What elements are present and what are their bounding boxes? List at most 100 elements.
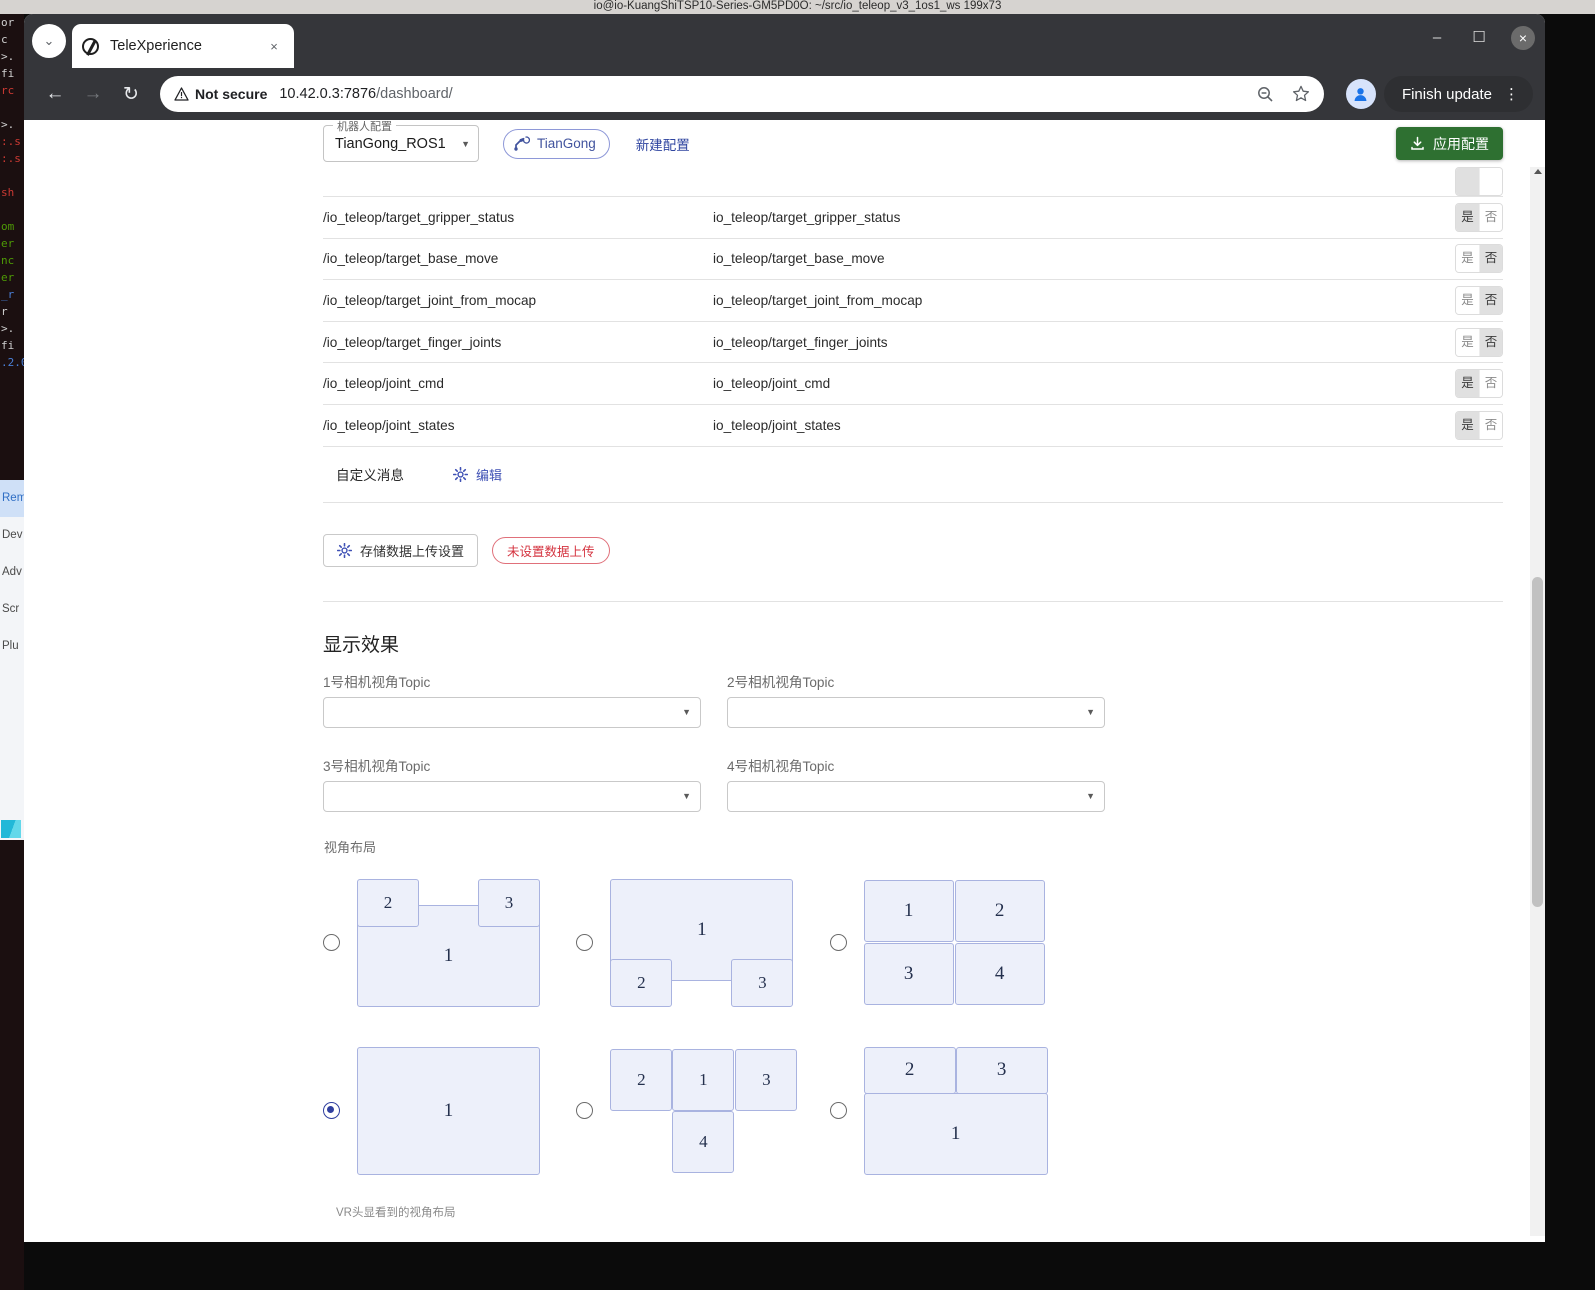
chevron-down-icon[interactable]: ▼ xyxy=(682,707,691,717)
camera-topic-grid: 1号相机视角Topic ▼ 2号相机视角Topic ▼ 3号相机视角Topic … xyxy=(323,671,1503,820)
topic-local: /io_teleop/target_gripper_status xyxy=(323,196,713,239)
camera-topic-1: 1号相机视角Topic ▼ xyxy=(323,671,701,728)
apply-config-button[interactable]: 应用配置 xyxy=(1396,127,1503,160)
minimize-button[interactable]: – xyxy=(1427,28,1447,48)
toggle-no[interactable]: 否 xyxy=(1479,328,1502,356)
layout-option-l6[interactable]: 231 xyxy=(829,1030,1083,1192)
layout-pane-2: 2 xyxy=(863,1046,956,1094)
reload-button[interactable]: ↻ xyxy=(112,75,150,113)
robot-config-value: TianGong_ROS1 xyxy=(335,135,446,152)
toggle-no[interactable]: 否 xyxy=(1479,370,1502,398)
layout-pane-3: 3 xyxy=(955,1046,1048,1094)
layout-option-l2[interactable]: 123 xyxy=(576,862,829,1024)
table-row-clipped xyxy=(323,167,1503,197)
toggle-yes[interactable]: 是 xyxy=(1456,411,1479,439)
bookmark-star-icon[interactable] xyxy=(1292,85,1310,103)
page-scrollbar[interactable] xyxy=(1530,167,1545,1242)
toggle-yes[interactable]: 是 xyxy=(1456,328,1479,356)
layout-pane-1: 1 xyxy=(357,1046,540,1175)
storage-upload-status-badge: 未设置数据上传 xyxy=(492,536,610,564)
layout-option-l3[interactable]: 1234 xyxy=(829,862,1083,1024)
person-icon xyxy=(1355,87,1367,101)
tab-search-chevron-down-icon[interactable]: ⌄ xyxy=(32,24,66,58)
layout-pane-4: 4 xyxy=(954,943,1045,1006)
layout-diagram-l4[interactable]: 1 xyxy=(357,1046,540,1175)
custom-message-edit-button[interactable]: 编辑 xyxy=(452,465,502,484)
scroll-up-arrow-icon[interactable] xyxy=(1534,169,1542,174)
camera-topic-4-select[interactable]: ▼ xyxy=(727,780,1105,812)
layout-radio-l6[interactable] xyxy=(829,1102,847,1120)
yes-no-toggle-clipped[interactable] xyxy=(1455,167,1503,196)
chevron-down-icon[interactable]: ▼ xyxy=(1086,707,1095,717)
topic-local: /io_teleop/target_finger_joints xyxy=(323,321,713,364)
profile-avatar[interactable] xyxy=(1345,79,1376,109)
sidebar-item-rem[interactable]: Rem xyxy=(0,480,24,517)
yes-no-toggle[interactable]: 是 否 xyxy=(1455,327,1503,357)
new-config-link[interactable]: 新建配置 xyxy=(636,134,690,154)
chevron-down-icon[interactable]: ▼ xyxy=(1086,791,1095,801)
chevron-down-icon[interactable]: ▼ xyxy=(682,791,691,801)
close-tab-icon[interactable]: × xyxy=(264,36,284,56)
toggle-yes[interactable]: 是 xyxy=(1456,370,1479,398)
view-layout-label: 视角布局 xyxy=(324,839,377,855)
camera-topic-2-select[interactable]: ▼ xyxy=(727,696,1105,728)
layout-radio-l4[interactable] xyxy=(323,1102,340,1120)
back-button[interactable]: ← xyxy=(36,75,74,113)
layout-diagram-l1[interactable]: 231 xyxy=(357,878,540,1007)
toggle-yes[interactable]: 是 xyxy=(1456,245,1479,273)
security-status[interactable]: Not secure xyxy=(174,86,267,102)
layout-diagram-l5[interactable]: 2134 xyxy=(610,1048,798,1173)
vr-layout-note: VR头显看到的视角布局 xyxy=(336,1206,456,1219)
layout-option-l4[interactable]: 1 xyxy=(323,1030,576,1192)
toggle-no[interactable]: 否 xyxy=(1479,245,1502,273)
custom-message-row: 自定义消息 编辑 xyxy=(323,447,1503,503)
yes-no-toggle[interactable]: 是 否 xyxy=(1455,410,1503,440)
finish-update-button[interactable]: Finish update ⋮ xyxy=(1383,76,1533,112)
layout-radio-l3[interactable] xyxy=(829,934,847,952)
editor-sidebar-sliver[interactable]: Rem Dev Adv Scr Plu xyxy=(0,480,24,840)
scrollbar-thumb[interactable] xyxy=(1532,577,1543,907)
chevron-down-icon[interactable]: ▼ xyxy=(461,139,470,149)
table-row: /io_teleop/joint_cmd io_teleop/joint_cmd… xyxy=(323,362,1503,405)
robot-arm-icon xyxy=(514,136,530,151)
robot-config-select[interactable]: 机器人配置 TianGong_ROS1 ▼ xyxy=(323,120,479,162)
camera-topic-4: 4号相机视角Topic ▼ xyxy=(727,755,1105,812)
yes-no-toggle[interactable]: 是 否 xyxy=(1455,285,1503,315)
table-row: /io_teleop/joint_states io_teleop/joint_… xyxy=(323,404,1503,447)
layout-radio-l5[interactable] xyxy=(576,1102,594,1120)
tab-telexperience[interactable]: TeleXperience × xyxy=(72,24,294,68)
sidebar-item-scr[interactable]: Scr xyxy=(0,591,24,628)
yes-no-toggle[interactable]: 是 否 xyxy=(1455,202,1503,232)
layout-diagram-l6[interactable]: 231 xyxy=(863,1046,1048,1175)
maximize-button[interactable]: ☐ xyxy=(1469,28,1489,48)
topic-remote: io_teleop/target_gripper_status xyxy=(713,196,1363,239)
forward-button[interactable]: → xyxy=(74,75,112,113)
toggle-no[interactable]: 否 xyxy=(1479,411,1502,439)
layout-diagram-l3[interactable]: 1234 xyxy=(863,880,1045,1006)
toggle-no[interactable]: 否 xyxy=(1479,286,1502,314)
close-window-button[interactable]: × xyxy=(1511,26,1535,50)
layout-diagram-l2[interactable]: 123 xyxy=(610,878,794,1007)
sidebar-item-dev[interactable]: Dev xyxy=(0,517,24,554)
layout-radio-l2[interactable] xyxy=(576,934,594,952)
camera-topic-3-select[interactable]: ▼ xyxy=(323,780,701,812)
layout-radio-l1[interactable] xyxy=(323,934,340,952)
layout-option-l5[interactable]: 2134 xyxy=(576,1030,829,1192)
browser-menu-icon[interactable]: ⋮ xyxy=(1504,85,1519,103)
address-bar[interactable]: Not secure 10.42.0.3:7876/dashboard/ xyxy=(160,76,1324,112)
yes-no-toggle[interactable]: 是 否 xyxy=(1455,369,1503,399)
sidebar-item-plu[interactable]: Plu xyxy=(0,628,24,665)
camera-topic-1-label: 1号相机视角Topic xyxy=(323,674,431,690)
toggle-yes[interactable]: 是 xyxy=(1456,286,1479,314)
toggle-yes[interactable]: 是 xyxy=(1456,203,1479,231)
security-label: Not secure xyxy=(195,86,268,102)
layout-option-l1[interactable]: 231 xyxy=(323,862,576,1024)
sidebar-item-adv[interactable]: Adv xyxy=(0,554,24,591)
url-text: 10.42.0.3:7876/dashboard/ xyxy=(279,86,452,102)
toggle-no[interactable]: 否 xyxy=(1479,203,1502,231)
camera-topic-1-select[interactable]: ▼ xyxy=(323,696,701,728)
storage-upload-settings-button[interactable]: 存储数据上传设置 xyxy=(323,533,479,567)
yes-no-toggle[interactable]: 是 否 xyxy=(1455,244,1503,274)
zoom-out-icon[interactable] xyxy=(1257,86,1274,103)
tiangong-brand-chip[interactable]: TianGong xyxy=(503,128,610,159)
